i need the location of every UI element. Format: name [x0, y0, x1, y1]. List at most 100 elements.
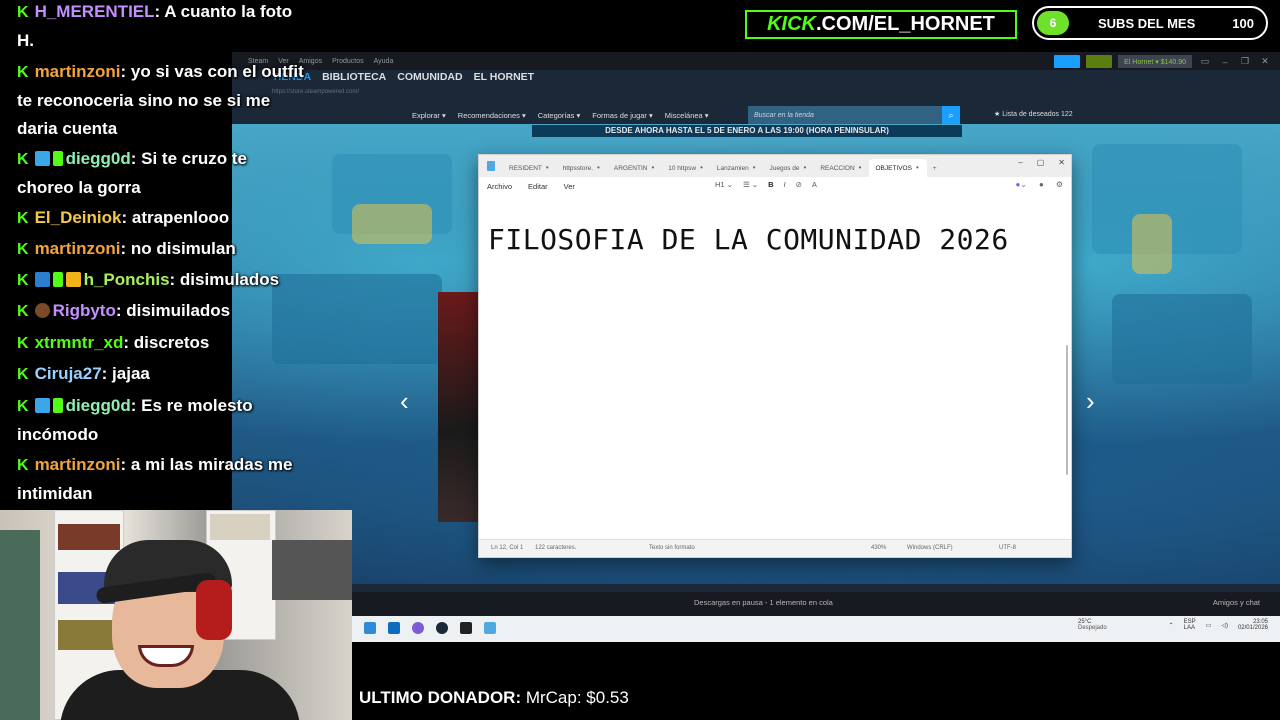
- notepad-window: RESIDENT • httpsstore. • ARGENTIN • 10 http…: [478, 154, 1072, 558]
- unsaved-dot-icon[interactable]: •: [859, 163, 862, 172]
- wishlist-link[interactable]: ★ Lista de deseados 122: [994, 110, 1073, 118]
- subs-goal-bar: 6 SUBS DEL MES 100: [1032, 6, 1268, 40]
- notepad-status-bar: Ln 12, Col 1 122 caracteres. Texto sin f…: [479, 539, 1071, 557]
- unsaved-dot-icon[interactable]: •: [597, 163, 600, 172]
- kick-badge-icon: K: [17, 4, 29, 21]
- steam-menu-productos[interactable]: Productos: [332, 58, 364, 65]
- unsaved-dot-icon[interactable]: •: [804, 163, 807, 172]
- chat-username: diegg0d: [65, 149, 131, 168]
- unsaved-dot-icon[interactable]: •: [753, 163, 756, 172]
- italic-icon[interactable]: I: [783, 180, 785, 189]
- account-menu[interactable]: El Hornet ▾ $140.90: [1118, 55, 1192, 68]
- chevron-up-icon[interactable]: ⌃: [1169, 622, 1174, 629]
- kick-badge-icon: K: [17, 457, 29, 474]
- status-line-ending: Windows (CRLF): [907, 545, 953, 551]
- weather-desc: Despejado: [1078, 625, 1107, 631]
- notepad-tab[interactable]: Lanzamien •: [711, 159, 764, 177]
- carousel-next-icon[interactable]: ›: [1086, 386, 1095, 417]
- subnav-formas-de-jugar[interactable]: Formas de jugar ▾: [592, 111, 652, 120]
- notepad-tab[interactable]: ARGENTIN •: [608, 159, 662, 177]
- settings-gear-icon[interactable]: ⚙: [1056, 180, 1063, 189]
- chat-message: K Rigbyto: disimuilados: [17, 297, 307, 326]
- notepad-tab-active[interactable]: OBJETIVOS •: [869, 159, 927, 177]
- sub-badge-icon: [52, 398, 63, 413]
- sub-badge-icon: [52, 272, 63, 287]
- bold-icon[interactable]: B: [768, 180, 773, 189]
- notepad-app-icon[interactable]: [484, 622, 496, 634]
- game-cover-image[interactable]: [438, 292, 482, 522]
- carousel-prev-icon[interactable]: ‹: [400, 386, 409, 417]
- kick-badge-icon: K: [17, 210, 29, 227]
- close-icon[interactable]: ✕: [1058, 158, 1065, 167]
- obs-app-icon[interactable]: [460, 622, 472, 634]
- subnav-explorar[interactable]: Explorar ▾: [412, 111, 446, 120]
- heading-dropdown[interactable]: H1 ⌄: [715, 180, 733, 189]
- search-icon[interactable]: ⌕: [942, 106, 960, 124]
- language-indicator[interactable]: ESP LAA: [1184, 619, 1196, 631]
- cube-badge-icon: [34, 398, 50, 413]
- store-promo-banner[interactable]: DESDE AHORA HASTA EL 5 DE ENERO A LAS 19…: [532, 125, 962, 137]
- unsaved-dot-icon[interactable]: •: [916, 163, 919, 172]
- unsaved-dot-icon[interactable]: •: [651, 163, 654, 172]
- last-donor-value: MrCap: $0.53: [521, 688, 629, 707]
- steam-minimize-icon[interactable]: –: [1218, 57, 1232, 67]
- steam-window-icon[interactable]: ▭: [1198, 56, 1212, 67]
- chat-message: Kxtrmntr_xd: discretos: [17, 329, 307, 358]
- copilot-icon[interactable]: ●⌄: [1015, 180, 1027, 189]
- menu-archivo[interactable]: Archivo: [487, 182, 512, 191]
- volume-icon[interactable]: ◁): [1221, 622, 1228, 629]
- broadcast-button[interactable]: [1054, 55, 1081, 68]
- steam-maximize-icon[interactable]: ❐: [1238, 56, 1252, 67]
- friends-chat-button[interactable]: Amigos y chat: [1213, 598, 1260, 607]
- clear-format-icon[interactable]: A: [812, 180, 817, 189]
- chat-text: : disimuilados: [115, 301, 231, 320]
- account-icon[interactable]: ●: [1039, 180, 1044, 189]
- chat-overlay: K H_MERENTIEL: A cuanto la foto H. Kmarti…: [0, 0, 304, 512]
- notepad-tab[interactable]: 10 httpsw •: [662, 159, 711, 177]
- menu-editar[interactable]: Editar: [528, 182, 548, 191]
- steam-close-icon[interactable]: ✕: [1258, 56, 1272, 67]
- network-icon[interactable]: ▭: [1206, 622, 1212, 629]
- unsaved-dot-icon[interactable]: •: [700, 163, 703, 172]
- subs-count: 6: [1049, 16, 1057, 30]
- store-app-icon[interactable]: [364, 622, 376, 634]
- link-icon[interactable]: ⊘: [796, 180, 802, 189]
- subnav-recomendaciones[interactable]: Recomendaciones ▾: [458, 111, 526, 120]
- editor-scrollbar[interactable]: [1066, 345, 1068, 475]
- subnav-categorias[interactable]: Categorías ▾: [538, 111, 581, 120]
- steam-menu-ayuda[interactable]: Ayuda: [374, 58, 394, 65]
- downloads-status[interactable]: Descargas en pausa - 1 elemento en cola: [694, 598, 833, 607]
- nav-el-hornet[interactable]: EL HORNET: [474, 71, 534, 83]
- tab-label: Lanzamien: [716, 165, 749, 172]
- notepad-tab[interactable]: httpsstore. •: [557, 159, 608, 177]
- figure-poster: [0, 530, 40, 720]
- notepad-tab-strip: RESIDENT • httpsstore. • ARGENTIN • 10 http…: [479, 155, 1071, 177]
- tab-label: httpsstore.: [562, 165, 594, 172]
- notepad-tab[interactable]: RESIDENT •: [503, 159, 557, 177]
- notepad-editor[interactable]: FILOSOFIA DE LA COMUNIDAD 2026: [479, 195, 1071, 541]
- list-dropdown[interactable]: ☰ ⌄: [743, 180, 758, 189]
- minimize-icon[interactable]: –: [1018, 158, 1022, 167]
- maximize-icon[interactable]: ▢: [1037, 158, 1045, 167]
- new-tab-button[interactable]: +: [927, 159, 945, 177]
- chat-message: Kdiegg0d: Si te cruzo te choreo la gorra: [17, 145, 307, 202]
- nav-comunidad[interactable]: COMUNIDAD: [397, 71, 462, 83]
- steam-app-icon[interactable]: [436, 622, 448, 634]
- chat-username: Rigbyto: [52, 301, 116, 320]
- nav-biblioteca[interactable]: BIBLIOTECA: [322, 71, 386, 83]
- discord-app-icon[interactable]: [412, 622, 424, 634]
- notepad-tab[interactable]: Juegos de •: [764, 159, 815, 177]
- clock[interactable]: 23:05 02/01/2026: [1238, 619, 1268, 631]
- glove-badge-icon: [34, 303, 50, 318]
- menu-ver[interactable]: Ver: [564, 182, 575, 191]
- chat-message: Kmartinzoni: no disimulan: [17, 235, 307, 264]
- notepad-tab[interactable]: REACCION •: [814, 159, 869, 177]
- kick-badge-icon: K: [17, 303, 29, 320]
- chat-text: : disimulados: [169, 270, 280, 289]
- unsaved-dot-icon[interactable]: •: [546, 163, 549, 172]
- store-search-input[interactable]: Buscar en la tienda ⌕: [748, 106, 960, 124]
- notifications-button[interactable]: [1086, 55, 1113, 68]
- outlook-app-icon[interactable]: [388, 622, 400, 634]
- subnav-miscelanea[interactable]: Miscelánea ▾: [665, 111, 709, 120]
- weather-widget[interactable]: 25°C Despejado: [1078, 619, 1107, 631]
